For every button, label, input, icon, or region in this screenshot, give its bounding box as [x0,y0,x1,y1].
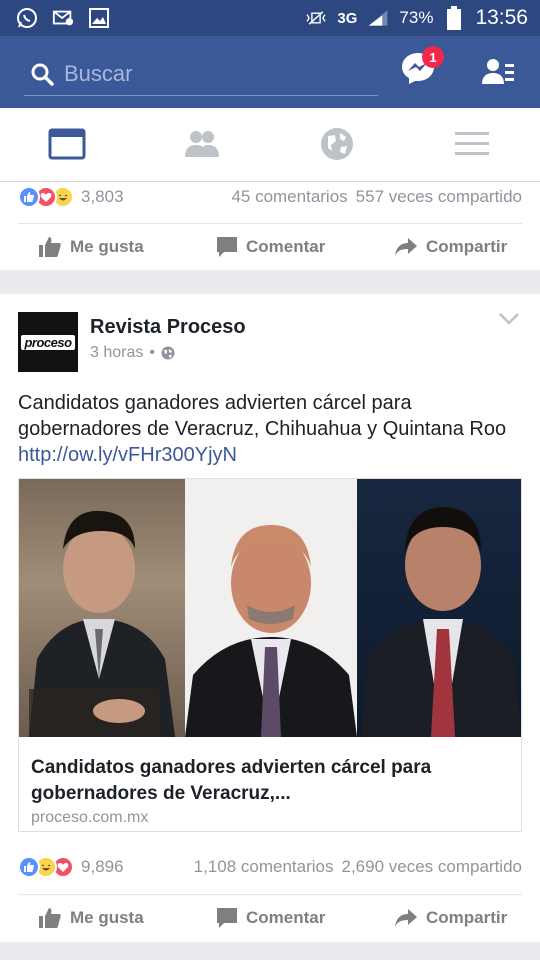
reaction-icons [18,856,74,878]
app-header: Buscar 1 [0,36,540,108]
like-reaction-icon [18,856,40,878]
tab-news-feed[interactable] [47,124,87,164]
post-meta: 3 horas • [90,344,175,362]
previous-post-footer: 3,803 45 comentarios 557 veces compartid… [0,182,540,270]
tab-bar [0,108,540,182]
share-count[interactable]: 2,690 veces compartido [342,857,523,877]
share-button[interactable]: Compartir [394,237,507,257]
like-button[interactable]: Me gusta [38,236,144,258]
search-input[interactable]: Buscar [64,61,132,87]
whatsapp-icon [16,7,38,29]
globe-icon [321,128,353,160]
post-body: Candidatos ganadores advierten cárcel pa… [18,390,524,468]
reaction-count: 3,803 [81,187,124,206]
message-icon [52,7,74,29]
search-bar[interactable]: Buscar [24,52,378,96]
photo-panel-right [357,479,521,737]
thumbs-up-icon [39,237,61,257]
network-type: 3G [337,9,358,27]
battery-percent: 73% [399,8,434,27]
comment-icon [217,237,237,257]
newsfeed-icon [48,128,86,160]
post-options-button[interactable] [498,312,522,336]
post-card: proceso Revista Proceso 3 horas • Candid… [0,294,540,942]
messenger-badge: 1 [422,46,444,68]
post-actions: Me gusta Comentar Compartir [0,894,540,942]
public-globe-icon [161,346,175,360]
clock: 13:56 [475,6,528,29]
like-label: Me gusta [70,237,144,256]
share-icon [395,909,417,927]
comment-button[interactable]: Comentar [216,907,325,929]
link-preview-domain: proceso.com.mx [31,809,149,826]
gallery-icon [88,7,110,29]
reactions-summary[interactable]: 9,896 1,108 comentarios 2,690 veces comp… [18,852,522,882]
tab-notifications[interactable] [317,124,357,164]
comment-count[interactable]: 45 comentarios [231,187,347,207]
friends-icon [185,131,219,157]
like-label: Me gusta [70,908,144,927]
reactions-summary[interactable]: 3,803 45 comentarios 557 veces compartid… [18,182,522,212]
share-label: Compartir [426,908,508,927]
author-avatar[interactable]: proceso [18,312,78,372]
post-text: Candidatos ganadores advierten cárcel pa… [18,392,507,440]
share-label: Compartir [426,237,508,256]
battery-icon [443,6,465,30]
comment-label: Comentar [246,908,326,927]
vibrate-icon [305,7,327,29]
friend-requests-button[interactable] [480,54,516,90]
tab-friends[interactable] [182,124,222,164]
comment-icon [217,908,237,928]
reaction-count: 9,896 [81,857,124,876]
hamburger-icon [455,132,489,155]
like-button[interactable]: Me gusta [38,907,144,929]
link-preview-image[interactable] [19,479,521,737]
share-count[interactable]: 557 veces compartido [356,187,522,207]
post-link[interactable]: http://ow.ly/vFHr300YjyN [18,444,237,466]
friend-requests-icon [482,59,514,84]
post-time[interactable]: 3 horas [90,344,143,362]
signal-icon [367,7,389,29]
tab-menu[interactable] [452,124,492,164]
post-stats: 45 comentarios 557 veces compartido [231,187,522,207]
status-bar: 3G 73% 13:56 [0,0,540,36]
comment-label: Comentar [246,237,326,256]
link-preview[interactable]: Candidatos ganadores advierten cárcel pa… [18,478,522,832]
like-reaction-icon [18,186,40,208]
photo-panel-left [19,479,185,737]
post-author[interactable]: Revista Proceso [90,316,246,339]
share-icon [395,238,417,256]
chevron-down-icon [499,313,519,325]
post-actions: Me gusta Comentar Compartir [0,223,540,271]
photo-panel-center [185,479,357,737]
share-button[interactable]: Compartir [394,908,507,928]
reaction-icons [18,186,74,208]
post-stats: 1,108 comentarios 2,690 veces compartido [194,857,522,877]
avatar-logo: proceso [21,334,75,350]
search-icon [30,62,54,86]
link-preview-title[interactable]: Candidatos ganadores advierten cárcel pa… [31,755,511,807]
comment-count[interactable]: 1,108 comentarios [194,857,334,877]
meta-separator: • [149,344,155,361]
comment-button[interactable]: Comentar [216,236,325,258]
thumbs-up-icon [39,908,61,928]
